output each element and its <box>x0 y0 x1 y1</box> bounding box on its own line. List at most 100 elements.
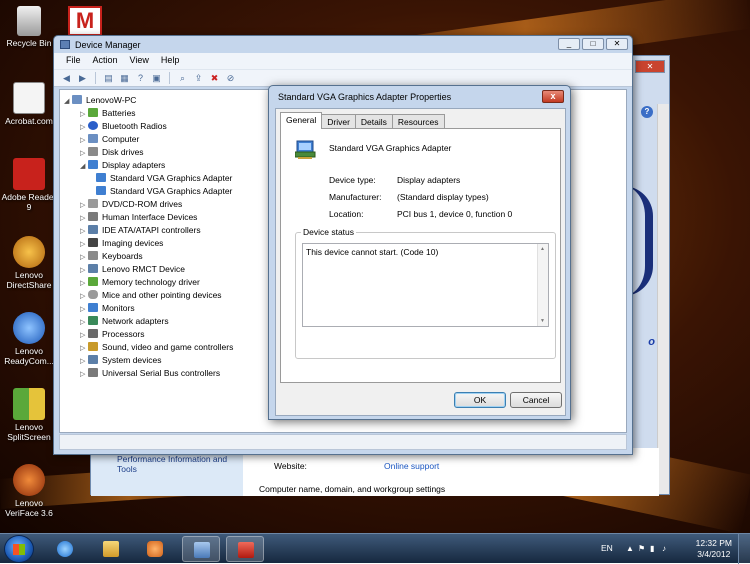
start-button[interactable] <box>4 535 34 563</box>
tree-node-system-devices[interactable]: ▷ System devices <box>80 354 162 367</box>
collapse-icon[interactable]: ◢ <box>80 160 88 173</box>
speaker-icon <box>88 342 98 351</box>
expand-icon[interactable]: ▷ <box>80 368 88 381</box>
minimize-button[interactable]: _ <box>558 38 580 50</box>
tree-node-keyboards[interactable]: ▷ Keyboards <box>80 250 143 263</box>
disable-icon[interactable]: ⊘ <box>224 72 237 84</box>
status-scrollbar[interactable]: ▲ ▼ <box>537 244 548 326</box>
collapse-icon[interactable]: ◢ <box>64 95 72 108</box>
mouse-icon <box>88 290 98 299</box>
update-driver-icon[interactable]: ⇪ <box>192 72 205 84</box>
manufacturer-value: (Standard display types) <box>397 192 489 202</box>
desktop-icon-acrobat-com[interactable]: Acrobat.com <box>1 82 57 126</box>
dvd-drive-icon <box>88 199 98 208</box>
tree-root[interactable]: ◢ LenovoW-PC <box>64 94 136 107</box>
action-center-icon[interactable]: ⚑ <box>638 545 647 553</box>
tree-node-imaging[interactable]: ▷ Imaging devices <box>80 237 163 250</box>
online-support-link[interactable]: Online support <box>384 461 439 471</box>
location-label: Location: <box>329 209 364 219</box>
tree-node-vga-adapter[interactable]: Standard VGA Graphics Adapter <box>96 185 232 198</box>
tree-node-network[interactable]: ▷ Network adapters <box>80 315 169 328</box>
menu-file[interactable]: File <box>60 53 87 69</box>
tree-node-sound[interactable]: ▷ Sound, video and game controllers <box>80 341 233 354</box>
tree-node-computer[interactable]: ▷ Computer <box>80 133 139 146</box>
tab-resources[interactable]: Resources <box>391 114 445 129</box>
device-status-textbox[interactable]: This device cannot start. (Code 10) ▲ ▼ <box>302 243 549 327</box>
language-indicator[interactable]: EN <box>601 543 613 553</box>
desktop-icon-lenovo-readycomm[interactable]: Lenovo ReadyCom... <box>1 312 57 366</box>
tree-node-display-adapters[interactable]: ◢ Display adapters <box>80 159 165 172</box>
performance-link[interactable]: Performance Information and Tools <box>117 454 247 474</box>
taskbar-explorer[interactable] <box>92 536 130 562</box>
desktop-icon-lenovo-splitscreen[interactable]: Lenovo SplitScreen <box>1 388 57 442</box>
menu-action[interactable]: Action <box>87 53 124 69</box>
volume-icon[interactable]: ♪ <box>662 545 671 553</box>
mcafee-shortcut-icon[interactable]: M <box>68 6 102 36</box>
show-desktop-button[interactable] <box>738 534 750 564</box>
toolbar-separator <box>169 72 170 84</box>
uninstall-icon[interactable]: ✖ <box>208 72 221 84</box>
tree-node-label: Human Interface Devices <box>102 212 198 222</box>
tree-node-hid[interactable]: ▷ Human Interface Devices <box>80 211 197 224</box>
show-hide-tree-icon[interactable]: ▤ <box>102 72 115 84</box>
network-icon[interactable]: ▮ <box>650 545 659 553</box>
internet-explorer-icon <box>57 541 73 557</box>
tree-node-vga-adapter[interactable]: Standard VGA Graphics Adapter <box>96 172 232 185</box>
tree-node-lenovo-rmct[interactable]: ▷ Lenovo RMCT Device <box>80 263 185 276</box>
tree-node-mice[interactable]: ▷ Mice and other pointing devices <box>80 289 222 302</box>
warning-display-adapter-icon <box>96 173 106 182</box>
menu-help[interactable]: Help <box>155 53 186 69</box>
tree-node-ide[interactable]: ▷ IDE ATA/ATAPI controllers <box>80 224 201 237</box>
vertical-scrollbar[interactable] <box>657 104 669 494</box>
menu-view[interactable]: View <box>124 53 155 69</box>
back-icon[interactable]: ◀ <box>60 72 73 84</box>
tree-node-monitors[interactable]: ▷ Monitors <box>80 302 135 315</box>
tab-driver[interactable]: Driver <box>321 114 356 129</box>
tree-node-label: Processors <box>102 329 145 339</box>
tab-strip: General Driver Details Resources <box>280 112 445 129</box>
scroll-down-icon[interactable]: ▼ <box>540 318 545 324</box>
menu-bar: File Action View Help <box>54 53 632 69</box>
desktop-icon-lenovo-veriface[interactable]: Lenovo VeriFace 3.6 <box>1 464 57 518</box>
properties-dialog: Standard VGA Graphics Adapter Properties… <box>268 85 571 420</box>
computer-name-section: Computer name, domain, and workgroup set… <box>259 484 446 494</box>
scan-hardware-icon[interactable]: ⌕ <box>176 72 189 84</box>
close-button[interactable]: ✕ <box>606 38 628 50</box>
tree-node-disk-drives[interactable]: ▷ Disk drives <box>80 146 144 159</box>
tree-node-dvd[interactable]: ▷ DVD/CD-ROM drives <box>80 198 182 211</box>
close-button[interactable]: ✕ <box>635 60 665 73</box>
help-icon[interactable]: ? <box>641 106 653 118</box>
cancel-button[interactable]: Cancel <box>510 392 562 408</box>
tree-node-label: Lenovo RMCT Device <box>102 264 185 274</box>
taskbar-toolbox[interactable] <box>226 536 264 562</box>
tree-node-usb[interactable]: ▷ Universal Serial Bus controllers <box>80 367 220 380</box>
tree-node-bluetooth[interactable]: ▷ Bluetooth Radios <box>80 120 167 133</box>
taskbar-media-player[interactable] <box>136 536 174 562</box>
forward-icon[interactable]: ▶ <box>76 72 89 84</box>
tree-node-processors[interactable]: ▷ Processors <box>80 328 145 341</box>
show-hidden-icons-icon[interactable]: ▲ <box>626 545 635 553</box>
maximize-button[interactable]: □ <box>582 38 604 50</box>
title-bar[interactable]: Device Manager _ □ ✕ <box>54 36 632 53</box>
properties-icon[interactable]: ▦ <box>118 72 131 84</box>
tree-node-memory-tech[interactable]: ▷ Memory technology driver <box>80 276 200 289</box>
taskbar-internet-explorer[interactable] <box>46 536 84 562</box>
tree-node-batteries[interactable]: ▷ Batteries <box>80 107 136 120</box>
view-icon[interactable]: ▣ <box>150 72 163 84</box>
scroll-up-icon[interactable]: ▲ <box>540 246 545 252</box>
desktop-icon-adobe-reader[interactable]: Adobe Reader 9 <box>1 158 57 212</box>
tree-node-label: Bluetooth Radios <box>102 121 167 131</box>
clock[interactable]: 12:32 PM 3/4/2012 <box>696 538 732 560</box>
taskbar-device-manager[interactable] <box>182 536 220 562</box>
tab-general[interactable]: General <box>280 112 323 129</box>
help-icon[interactable]: ? <box>134 72 147 84</box>
computer-icon <box>88 134 98 143</box>
taskbar: EN ▲ ⚑ ▮ ♪ 12:32 PM 3/4/2012 <box>0 533 750 564</box>
ok-button[interactable]: OK <box>454 392 506 408</box>
desktop-icon-recycle-bin[interactable]: Recycle Bin <box>1 6 57 48</box>
desktop-icon-lenovo-directshare[interactable]: Lenovo DirectShare <box>1 236 57 290</box>
close-icon[interactable]: x <box>542 90 564 103</box>
tab-details[interactable]: Details <box>354 114 393 129</box>
desktop-icon-label: Lenovo SplitScreen <box>7 422 51 442</box>
toolbox-icon <box>238 542 254 558</box>
